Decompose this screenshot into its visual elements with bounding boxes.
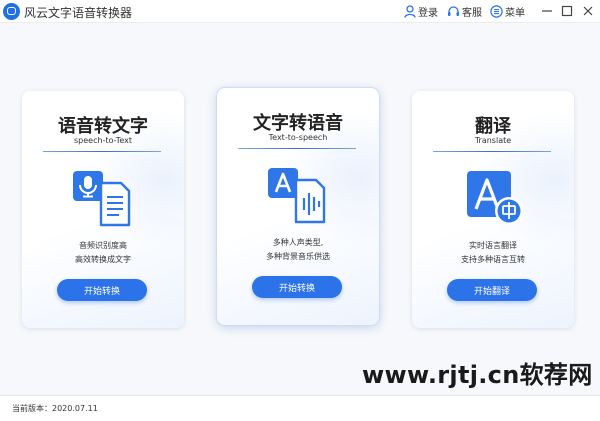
user-icon [404,5,416,18]
close-icon[interactable] [581,4,595,18]
menu-icon [490,5,503,18]
card-description: 多种人声类型, 多种背景音乐供选 [217,236,379,264]
app-title: 风云文字语音转换器 [24,6,133,20]
service-label: 客服 [462,8,482,19]
maximize-icon[interactable] [560,4,574,18]
card-speech-to-text[interactable]: 语音转文字 speech-to-Text 音频识别度高 高效转换成文字 开始转换 [22,91,184,328]
card-translate[interactable]: 翻译 Translate 实时语言翻译 支持多种语言互转 开始翻译 [412,91,574,328]
card-subtitle: Translate [474,136,512,145]
card-description-line: 实时语言翻译 [469,241,517,250]
card-title: 语音转文字 [58,116,148,137]
card-divider [433,151,551,152]
menu-button[interactable]: 菜单 [490,4,525,19]
card-title: 翻译 [475,116,511,137]
card-text-to-speech[interactable]: 文字转语音 Text-to-speech 多种人声类型, 多种背景音乐供选 开始… [217,88,379,325]
start-translate-button[interactable]: 开始翻译 [447,279,537,301]
text-to-audio-icon [268,168,326,224]
card-description-line: 支持多种语言互转 [461,255,525,264]
login-button[interactable]: 登录 [404,4,438,19]
translate-icon [467,171,523,225]
main-content: 语音转文字 speech-to-Text 音频识别度高 高效转换成文字 开始转换… [0,23,600,395]
card-divider [238,148,356,149]
start-convert-button[interactable]: 开始转换 [57,279,147,301]
card-description: 音频识别度高 高效转换成文字 [22,239,184,267]
customer-service-button[interactable]: 客服 [447,4,482,19]
headset-icon [448,6,459,16]
card-subtitle: speech-to-Text [74,136,132,145]
minimize-icon[interactable] [540,4,554,18]
version-label: 当前版本：2020.07.11 [12,404,98,413]
card-description-line: 多种背景音乐供选 [266,252,330,261]
card-description-line: 高效转换成文字 [75,255,131,264]
card-description-line: 多种人声类型, [272,238,324,247]
start-convert-button[interactable]: 开始转换 [252,276,342,298]
card-subtitle: Text-to-speech [268,133,328,142]
watermark-text: www.rjtj.cn软荐网 [362,361,593,389]
card-description-line: 音频识别度高 [79,241,127,250]
title-bar: 风云文字语音转换器 登录 客服 菜单 [0,0,600,23]
card-description: 实时语言翻译 支持多种语言互转 [412,239,574,267]
status-bar: 当前版本：2020.07.11 [0,395,600,421]
card-title: 文字转语音 [253,113,343,134]
app-logo-icon [3,3,20,20]
card-divider [43,151,161,152]
mic-to-doc-icon [73,171,131,227]
login-label: 登录 [418,8,438,19]
menu-label: 菜单 [505,8,525,19]
